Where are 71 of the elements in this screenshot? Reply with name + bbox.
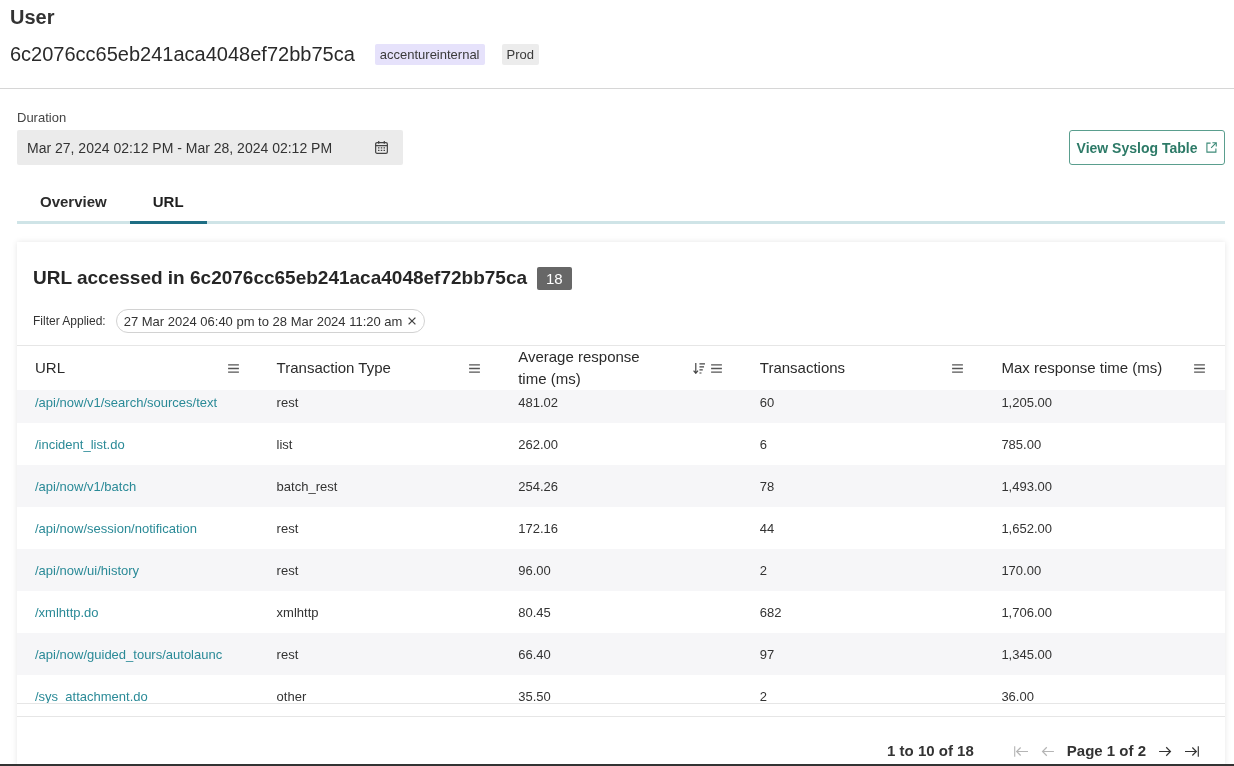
page-summary: 1 to 10 of 18 [887, 741, 974, 761]
page-title: User [10, 5, 55, 30]
max-response-time: 785.00 [1001, 437, 1042, 452]
menu-icon[interactable] [710, 363, 722, 373]
average-response-time: 481.02 [518, 395, 558, 410]
url-link[interactable]: /api/now/v1/search/sources/text [35, 395, 218, 410]
tab[interactable]: URL [129, 183, 207, 224]
column-header: Transaction Type [276, 358, 391, 378]
panel-title: URL accessed in 6c2076cc65eb241aca4048ef72bb75ca [33, 266, 528, 290]
transaction-count: 2 [759, 563, 768, 578]
transaction-count: 97 [759, 647, 775, 662]
transaction-count: 78 [759, 479, 775, 494]
external-link-icon [1206, 142, 1218, 153]
transaction-count: 44 [759, 521, 775, 536]
max-response-time: 1,652.00 [1001, 521, 1052, 536]
close-icon[interactable] [408, 317, 417, 325]
average-response-time: 254.26 [518, 479, 558, 494]
date-range-field[interactable]: Mar 27, 2024 02:12 PM - Mar 28, 2024 02:12 PM [17, 130, 403, 165]
calendar-icon[interactable] [375, 141, 388, 154]
transaction-type: other [276, 689, 307, 703]
filter-label: Filter Applied: [33, 314, 106, 328]
column-header: Transactions [759, 358, 846, 378]
duration-label: Duration [17, 110, 67, 126]
transaction-type: batch_rest [276, 479, 338, 494]
menu-icon[interactable] [469, 363, 481, 373]
url-link[interactable]: /xmlhttp.do [35, 605, 99, 620]
url-link[interactable]: /sys_attachment.do [35, 689, 148, 703]
column-header: URL [35, 358, 65, 378]
max-response-time: 170.00 [1001, 563, 1042, 578]
average-response-time: 35.50 [518, 689, 551, 703]
tag: Prod [501, 43, 539, 65]
menu-icon[interactable] [1194, 363, 1205, 373]
page-label: Page 1 of 2 [1066, 741, 1146, 761]
transaction-count: 60 [759, 395, 775, 410]
user-id: 6c2076cc65eb241aca4048ef72bb75ca [10, 42, 355, 67]
transaction-type: rest [276, 647, 299, 662]
max-response-time: 1,345.00 [1001, 647, 1052, 662]
max-response-time: 1,706.00 [1001, 605, 1052, 620]
column-header: Max response time (ms) [1001, 358, 1163, 378]
transaction-count: 2 [759, 689, 768, 703]
transaction-type: rest [276, 521, 299, 536]
max-response-time: 1,493.00 [1001, 479, 1052, 494]
transaction-count: 682 [759, 605, 782, 620]
average-response-time: 172.16 [518, 521, 558, 536]
filter-text: 27 Mar 2024 06:40 pm to 28 Mar 2024 11:20 am [123, 313, 403, 329]
transaction-type: xmlhttp [276, 605, 319, 620]
menu-icon[interactable] [952, 363, 964, 373]
transaction-type: list [276, 437, 293, 452]
transaction-type: rest [276, 563, 299, 578]
transaction-count: 6 [759, 437, 768, 452]
view-syslog-table-button[interactable]: View Syslog Table [1069, 130, 1225, 165]
max-response-time: 36.00 [1001, 689, 1034, 703]
bar-arrow-right-icon[interactable] [1185, 745, 1199, 757]
average-response-time: 66.40 [518, 647, 551, 662]
average-response-time: 80.45 [518, 605, 551, 620]
count-badge: 18 [537, 266, 572, 290]
url-link[interactable]: /incident_list.do [35, 437, 125, 452]
url-link[interactable]: /api/now/guided_tours/autolaunc [35, 647, 223, 662]
tag: accentureinternal [374, 43, 485, 65]
column-header: Average response time (ms) [518, 347, 641, 389]
arrow-right-icon[interactable] [1159, 745, 1172, 757]
url-link[interactable]: /api/now/session/notification [35, 521, 197, 536]
transaction-type: rest [276, 395, 299, 410]
max-response-time: 1,205.00 [1001, 395, 1052, 410]
average-response-time: 96.00 [518, 563, 551, 578]
sort-descending-icon[interactable] [692, 362, 705, 374]
url-link[interactable]: /api/now/ui/history [35, 563, 140, 578]
tab[interactable]: Overview [17, 183, 130, 224]
menu-icon[interactable] [227, 363, 239, 373]
average-response-time: 262.00 [518, 437, 558, 452]
url-link[interactable]: /api/now/v1/batch [35, 479, 137, 494]
